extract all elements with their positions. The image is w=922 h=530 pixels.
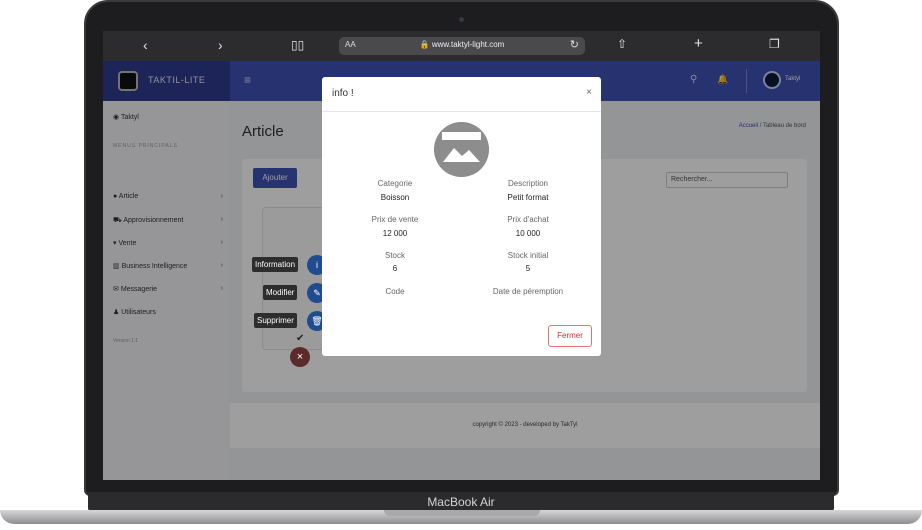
- url-text: 🔒 www.taktyl-light.com: [419, 40, 505, 49]
- stock-value: 6: [392, 264, 398, 273]
- device-label: MacBook Air: [427, 495, 495, 509]
- laptop-frame: ‹ › ▯▯ AA 🔒 www.taktyl-light.com ↻ ⇧ + ❐…: [0, 0, 922, 530]
- modal-title: info !: [332, 88, 354, 99]
- prix-achat-value: 10 000: [515, 229, 541, 238]
- prix-achat-label: Prix d'achat: [507, 215, 549, 224]
- close-icon[interactable]: ×: [586, 87, 592, 98]
- peremption-label: Date de péremption: [492, 287, 564, 296]
- image-placeholder-icon: [434, 122, 489, 177]
- forward-icon[interactable]: ›: [218, 37, 223, 53]
- url-value: www.taktyl-light.com: [431, 40, 505, 49]
- categorie-label: Categorie: [377, 179, 413, 188]
- app: TAKTIL-LITE ◉ Taktyl MENUS PRINCIPALS ● …: [103, 61, 820, 480]
- description-label: Description: [507, 179, 548, 188]
- safari-toolbar: ‹ › ▯▯ AA 🔒 www.taktyl-light.com ↻ ⇧ + ❐: [103, 31, 820, 61]
- info-modal: info ! × Categorie Boisson Description P…: [322, 77, 601, 356]
- prix-vente-value: 12 000: [382, 229, 408, 238]
- reload-icon[interactable]: ↻: [570, 38, 579, 51]
- modal-header: info ! ×: [322, 77, 601, 112]
- tooltip-supprimer: Supprimer: [254, 313, 297, 328]
- check-icon[interactable]: ✔: [296, 333, 304, 344]
- laptop-base: MacBook Air: [0, 492, 922, 530]
- close-circle-icon[interactable]: ×: [290, 347, 310, 367]
- stock-label: Stock: [384, 251, 405, 260]
- bookmarks-icon[interactable]: ▯▯: [291, 38, 304, 52]
- tooltip-information: Information: [252, 257, 299, 272]
- back-icon[interactable]: ‹: [143, 37, 148, 53]
- laptop-notch: [384, 510, 540, 516]
- stock-initial-label: Stock initial: [507, 251, 549, 260]
- address-bar[interactable]: AA 🔒 www.taktyl-light.com ↻: [339, 37, 585, 55]
- share-icon[interactable]: ⇧: [617, 37, 627, 51]
- categorie-value: Boisson: [380, 193, 410, 202]
- new-tab-icon[interactable]: +: [694, 35, 703, 52]
- description-value: Petit format: [507, 193, 549, 202]
- screen: ‹ › ▯▯ AA 🔒 www.taktyl-light.com ↻ ⇧ + ❐…: [103, 31, 820, 480]
- camera-dot: [459, 17, 464, 22]
- tooltip-modifier: Modifier: [263, 285, 298, 300]
- tabs-overview-icon[interactable]: ❐: [769, 37, 780, 51]
- prix-vente-label: Prix de vente: [371, 215, 419, 224]
- stock-initial-value: 5: [525, 264, 531, 273]
- fermer-button[interactable]: Fermer: [548, 325, 592, 347]
- code-label: Code: [385, 287, 405, 296]
